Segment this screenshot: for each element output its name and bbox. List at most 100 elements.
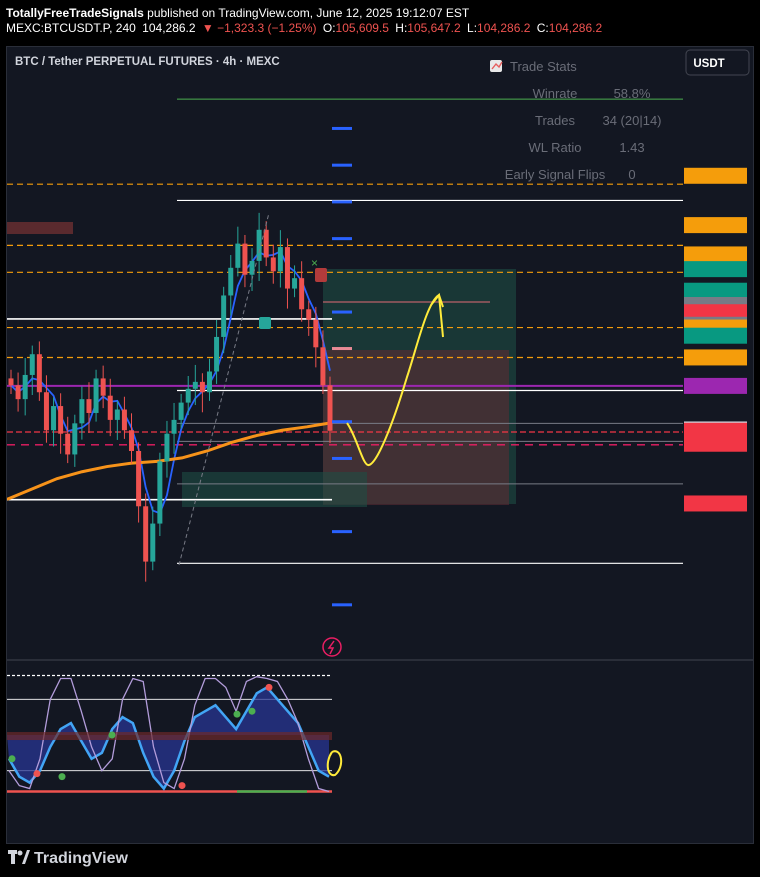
candle-body [129, 430, 135, 451]
zero-band [7, 732, 332, 741]
stat-value-wlratio: 1.43 [619, 140, 644, 155]
zones-layer [7, 222, 516, 507]
candle-body [214, 336, 220, 372]
candle-body [164, 433, 170, 462]
candle-body [100, 378, 106, 396]
open-label: O: [322, 21, 336, 35]
candle-body [263, 229, 269, 258]
close-value: 104,286.2 [548, 21, 603, 35]
pane-separator [7, 659, 753, 661]
candle-body [235, 243, 241, 268]
open-value: 105,609.5 [335, 21, 389, 35]
candle-body [43, 392, 49, 431]
candle-body [185, 388, 191, 403]
price-tag [684, 261, 747, 278]
high-label: H: [395, 21, 408, 35]
candle-body [228, 267, 234, 296]
candle-body [79, 399, 85, 424]
last-price: 104,286.2 [142, 21, 196, 35]
pivot-marker [332, 456, 352, 460]
candle-body [121, 409, 127, 431]
candle-body [206, 371, 212, 393]
candle-body [29, 354, 35, 375]
pivot-marker [332, 163, 352, 167]
candle-body [221, 295, 227, 337]
low-value: 104,286.2 [477, 21, 531, 35]
pivot-marker [332, 530, 352, 534]
candle-body [72, 423, 78, 455]
signal-dot [233, 710, 241, 718]
grid-layer [7, 659, 753, 661]
demand-zone [182, 472, 367, 507]
tradingview-logo-icon [8, 850, 30, 864]
daily-zone [7, 222, 73, 234]
candle-body [22, 374, 28, 400]
stat-label-winrate: Winrate [533, 86, 578, 101]
signal-dot [178, 782, 186, 790]
pivot-marker [332, 126, 352, 130]
candle-body [86, 399, 92, 413]
tradingview-logo[interactable]: TradingView [8, 850, 128, 868]
candle-body [277, 247, 283, 272]
signal-dot [8, 755, 16, 763]
publish-line: TotallyFreeTradeSignals published on Tra… [6, 6, 754, 21]
trend-line [178, 212, 270, 566]
close-label: C: [536, 21, 549, 35]
signal-dot [33, 770, 41, 778]
price-tag [684, 246, 747, 263]
ohlc-line: MEXC:BTCUSDT.P, 240 104,286.2 ▼ −1,323.3… [6, 21, 754, 36]
trade-stats-title: Trade Stats [510, 59, 577, 74]
candle-body [320, 347, 326, 386]
author-name[interactable]: TotallyFreeTradeSignals [6, 6, 144, 20]
chart-frame[interactable]: × BTC / Tether PERPETUAL FUTURES · 4h · … [6, 46, 754, 844]
candle-body [178, 402, 184, 420]
candle-body [157, 461, 163, 524]
signal-dot [265, 683, 273, 691]
publish-info: published on TradingView.com, June 12, 2… [143, 6, 470, 20]
candle-body [306, 309, 312, 320]
currency-button[interactable]: USDT [685, 49, 750, 76]
publish-header: TotallyFreeTradeSignals published on Tra… [6, 6, 754, 36]
axis-layer [684, 167, 747, 512]
pivot-marker [332, 603, 352, 607]
pivot-marker [332, 310, 352, 314]
price-tag [684, 349, 747, 366]
candle-body [8, 378, 14, 386]
symbol-label: MEXC:BTCUSDT.P, 240 [6, 21, 136, 35]
candle-body [51, 406, 57, 431]
candle-body [150, 523, 156, 562]
pivot-marker [332, 200, 352, 204]
low-label: L: [467, 21, 478, 35]
chart-canvas[interactable]: × BTC / Tether PERPETUAL FUTURES · 4h · … [6, 47, 753, 843]
price-change: ▼ −1,323.3 (−1.25%) [201, 21, 317, 35]
buy-signal-icon [259, 317, 271, 329]
stat-value-flips: 0 [628, 167, 635, 182]
oscillator-layer [7, 674, 343, 793]
candle-body [313, 319, 319, 348]
signal-dot [58, 773, 66, 781]
candle-body [284, 247, 290, 289]
candle-body [15, 385, 21, 400]
candle-body [327, 385, 333, 431]
lightning-icon [322, 637, 342, 657]
candle-body [93, 378, 99, 413]
candle-body [192, 381, 198, 389]
stat-label-wlratio: WL Ratio [529, 140, 582, 155]
candle-body [107, 395, 113, 420]
pivot-marker [332, 420, 352, 424]
price-tag [684, 167, 747, 184]
tradingview-brand: TradingView [34, 850, 128, 867]
trade-stats-panel: Trade Stats Winrate 58.8% Trades 34 (20|… [490, 59, 662, 182]
signal-dot [108, 731, 116, 739]
stat-value-winrate: 58.8% [614, 86, 651, 101]
price-tag [684, 217, 747, 234]
currency-button-label: USDT [693, 58, 724, 70]
exit-x-icon: × [311, 256, 318, 270]
stat-label-trades: Trades [535, 113, 575, 128]
candle-body [136, 450, 142, 507]
price-tag [684, 327, 747, 344]
lightning-bolt [327, 640, 335, 655]
price-tag [684, 435, 747, 452]
candle-body [114, 409, 120, 420]
candle-body [299, 278, 305, 310]
